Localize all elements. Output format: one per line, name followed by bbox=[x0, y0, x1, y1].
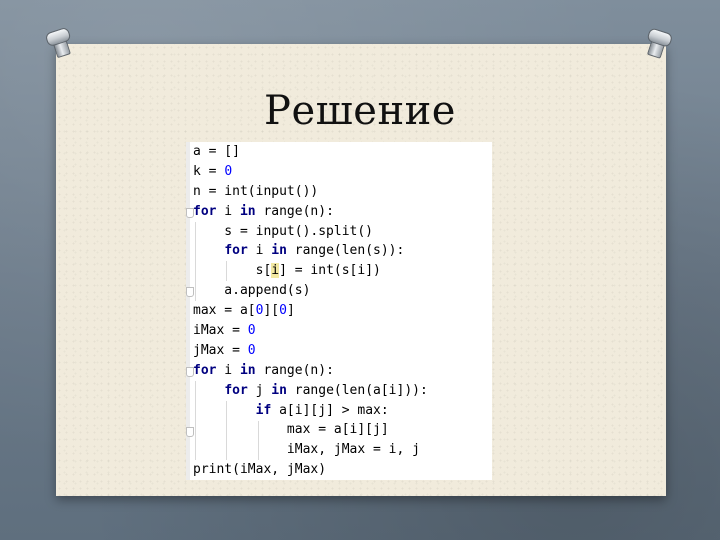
code-line: a.append(s) bbox=[193, 283, 311, 299]
code-line: k = 0 bbox=[193, 163, 233, 179]
indent-guide bbox=[195, 380, 196, 461]
code-lines: a = [] k = 0 n = int(input()) for i in rang… bbox=[186, 142, 492, 480]
code-line: for j in range(len(a[i])): bbox=[224, 382, 428, 398]
fold-marker-icon[interactable] bbox=[186, 287, 194, 298]
code-line: print(iMax, jMax) bbox=[193, 462, 327, 478]
code-line: max = a[i][j] bbox=[193, 422, 389, 438]
indent-guide bbox=[226, 400, 228, 461]
fold-marker-icon[interactable] bbox=[186, 366, 194, 377]
pushpin-icon bbox=[643, 27, 674, 59]
indent-guide bbox=[257, 420, 259, 461]
indent-guide bbox=[226, 261, 228, 282]
indent-guide bbox=[195, 221, 196, 302]
code-line: jMax = 0 bbox=[193, 342, 256, 358]
code-line: for i in range(n): bbox=[193, 362, 334, 378]
code-line: if a[i][j] > max: bbox=[255, 402, 389, 418]
code-line: n = int(input()) bbox=[193, 183, 319, 199]
fold-marker-icon[interactable] bbox=[186, 426, 194, 437]
pushpin-icon bbox=[44, 26, 74, 59]
slide-title: Решение bbox=[264, 88, 456, 134]
code-line: max = a[0][0] bbox=[193, 303, 295, 319]
code-line: for i in range(n): bbox=[193, 203, 334, 219]
code-line: s = input().split() bbox=[193, 223, 374, 239]
code-line: for i in range(len(s)): bbox=[224, 243, 405, 259]
code-line: iMax = 0 bbox=[193, 323, 256, 339]
code-line: iMax, jMax = i, j bbox=[193, 442, 420, 458]
code-line: s[i] = int(s[i]) bbox=[193, 263, 381, 279]
code-line: a = [] bbox=[193, 144, 240, 159]
fold-marker-icon[interactable] bbox=[186, 207, 194, 218]
code-screenshot: a = [] k = 0 n = int(input()) for i in rang… bbox=[186, 142, 492, 480]
